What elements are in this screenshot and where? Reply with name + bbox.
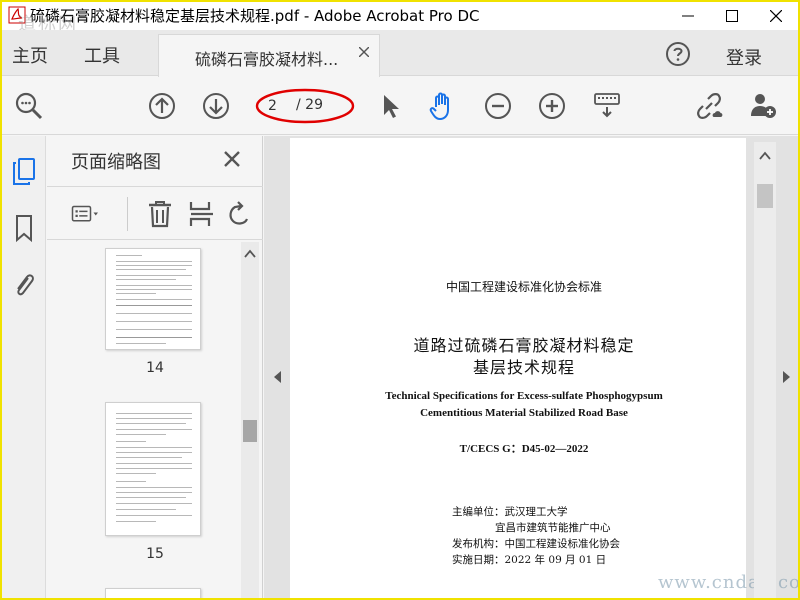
page-thumbnails-panel: 页面缩略图 14 15 [47, 136, 263, 598]
thumbnail-label: 14 [146, 360, 164, 376]
rotate-icon[interactable] [227, 199, 251, 229]
home-tab[interactable]: 主页 [12, 42, 48, 68]
panel-toolbar [47, 186, 263, 240]
maximize-icon [726, 10, 738, 22]
keyboard-icon[interactable] [592, 90, 622, 120]
thumbnail-label: 15 [146, 546, 164, 562]
close-icon [770, 10, 782, 22]
close-tab-icon[interactable] [359, 47, 369, 57]
document-scrollbar[interactable] [754, 142, 776, 598]
next-page-icon[interactable] [201, 91, 231, 121]
page-thumbnails-icon[interactable] [10, 156, 38, 188]
close-window-button[interactable] [754, 2, 798, 30]
close-panel-icon[interactable] [221, 148, 243, 170]
document-tab-label: 硫磷石膏胶凝材料... [195, 50, 339, 69]
document-view: 中国工程建设标准化协会标准 道路过硫磷石膏胶凝材料稳定 基层技术规程 Techn… [264, 136, 798, 598]
document-scroll-handle[interactable] [757, 184, 773, 208]
page-title-line2: 基层技术规程 [472, 358, 575, 377]
minimize-icon [682, 15, 694, 17]
pdf-page: 中国工程建设标准化协会标准 道路过硫磷石膏胶凝材料稳定 基层技术规程 Techn… [290, 138, 746, 598]
minimize-button[interactable] [666, 2, 710, 30]
scroll-up-arrow-icon[interactable] [243, 248, 257, 260]
toolbar-separator [127, 197, 128, 231]
title-bar: 硫磷石膏胶凝材料稳定基层技术规程.pdf - Adobe Acrobat Pro… [2, 2, 798, 35]
thumbnail-scrollbar[interactable] [241, 242, 259, 598]
thumbnail-page-16[interactable] [105, 588, 201, 598]
page-english-title: Technical Specifications for Excess-sulf… [385, 390, 663, 402]
previous-page-icon[interactable] [147, 91, 177, 121]
maximize-button[interactable] [710, 2, 754, 30]
hand-tool-icon[interactable] [427, 90, 459, 122]
page-title: 道路过硫磷石膏胶凝材料稳定 [413, 336, 635, 355]
thumbnail-page-15[interactable] [105, 402, 201, 536]
panel-title: 页面缩略图 [71, 152, 161, 173]
toolbar: / 29 [2, 77, 798, 135]
acrobat-window: 硫磷石膏胶凝材料稳定基层技术规程.pdf - Adobe Acrobat Pro… [2, 2, 798, 598]
document-tab[interactable]: 硫磷石膏胶凝材料... [158, 34, 380, 77]
tools-tab[interactable]: 工具 [84, 42, 120, 68]
insert-page-icon[interactable] [187, 199, 217, 229]
zoom-out-icon[interactable] [483, 91, 513, 121]
zoom-search-icon[interactable] [14, 91, 44, 121]
page-navigator: / 29 [255, 88, 355, 124]
page-publisher: 发布机构：中国工程建设标准化协会 [452, 538, 620, 550]
page-effective-date: 实施日期：2022 年 09 月 01 日 [452, 554, 607, 566]
page-standard-code: T/CECS G：D45-02—2022 [459, 443, 589, 455]
window-title: 硫磷石膏胶凝材料稳定基层技术规程.pdf - Adobe Acrobat Pro… [30, 7, 480, 25]
attachment-icon[interactable] [10, 270, 38, 302]
share-link-icon[interactable] [694, 91, 724, 121]
collapse-right-panel-icon[interactable] [782, 370, 792, 384]
collapse-left-panel-icon[interactable] [272, 370, 282, 384]
page-editor-unit: 主编单位：武汉理工大学 [452, 506, 568, 518]
scroll-up-arrow-icon[interactable] [758, 150, 772, 162]
options-menu-icon[interactable] [71, 199, 101, 229]
navigation-rail [2, 136, 46, 598]
thumbnail-scroll-handle[interactable] [243, 420, 257, 442]
highlight-ellipse [255, 88, 355, 124]
add-user-icon[interactable] [748, 90, 778, 120]
select-cursor-icon[interactable] [376, 91, 406, 121]
login-button[interactable]: 登录 [726, 44, 762, 70]
page-english-title-line2: Cementitious Material Stabilized Road Ba… [420, 407, 628, 419]
thumbnail-list: 14 15 [47, 242, 263, 598]
delete-icon[interactable] [145, 199, 175, 229]
thumbnail-page-14[interactable] [105, 248, 201, 350]
menu-bar: 主页 工具 硫磷石膏胶凝材料... 登录 [2, 30, 798, 77]
zoom-in-icon[interactable] [537, 91, 567, 121]
page-organization: 中国工程建设标准化协会标准 [445, 280, 602, 294]
bookmark-icon[interactable] [10, 212, 38, 244]
page-editor-unit-2: 宜昌市建筑节能推广中心 [495, 522, 611, 534]
help-icon[interactable] [664, 40, 692, 68]
watermark-bottom: www.cndao.com [658, 572, 798, 593]
